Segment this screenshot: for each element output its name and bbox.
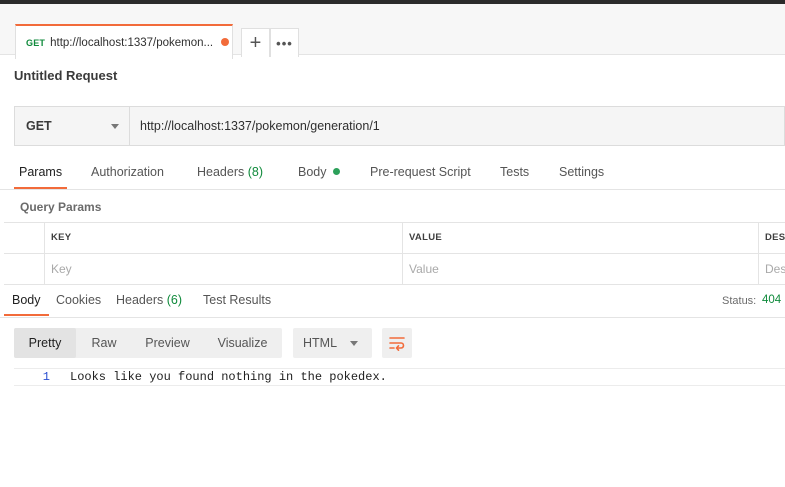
- tab-strip: GET http://localhost:1337/pokemon... + •…: [0, 4, 785, 59]
- chevron-down-icon: [111, 124, 119, 129]
- query-params-title: Query Params: [20, 200, 102, 214]
- param-value-input[interactable]: Value: [402, 254, 758, 284]
- response-body-text: Looks like you found nothing in the poke…: [70, 370, 387, 384]
- url-bar: GET: [14, 106, 785, 146]
- body-indicator-icon: [332, 168, 340, 175]
- response-tabs: Body Cookies Headers (6) Test Results St…: [0, 285, 785, 318]
- request-tab-url: http://localhost:1337/pokemon...: [50, 36, 214, 49]
- request-title[interactable]: Untitled Request: [14, 68, 117, 83]
- view-visualize-button[interactable]: Visualize: [203, 328, 282, 358]
- tab-authorization[interactable]: Authorization: [91, 157, 164, 189]
- tab-headers[interactable]: Headers (8): [197, 157, 263, 189]
- tab-cookies[interactable]: Cookies: [56, 285, 101, 316]
- status-code[interactable]: 404: [762, 294, 781, 306]
- format-select-value: HTML: [303, 336, 338, 350]
- tab-options-button[interactable]: •••: [270, 28, 299, 57]
- wrap-icon: [389, 337, 405, 351]
- line-number: 1: [42, 370, 50, 384]
- more-icon: •••: [276, 35, 293, 51]
- tab-tests[interactable]: Tests: [500, 157, 529, 189]
- param-description-input[interactable]: Des: [758, 254, 785, 284]
- request-tabs: Params Authorization Headers (8) Body Pr…: [0, 157, 785, 190]
- view-mode-group: Pretty Raw Preview Visualize: [14, 328, 282, 358]
- param-key-input[interactable]: Key: [44, 254, 402, 284]
- new-tab-button[interactable]: +: [241, 28, 270, 57]
- tab-settings[interactable]: Settings: [559, 157, 604, 189]
- tab-pre-request-script[interactable]: Pre-request Script: [370, 157, 471, 189]
- tab-params[interactable]: Params: [14, 157, 68, 189]
- table-row: Key Value Des: [4, 254, 785, 285]
- tab-response-headers[interactable]: Headers (6): [116, 285, 182, 316]
- url-input[interactable]: [130, 107, 784, 145]
- format-select[interactable]: HTML: [293, 328, 372, 358]
- plus-icon: +: [249, 31, 262, 54]
- column-header-value: VALUE: [402, 223, 758, 253]
- method-select-value: GET: [26, 119, 52, 133]
- status-label: Status:: [722, 295, 757, 307]
- response-headers-count: (6): [166, 293, 183, 307]
- wrap-lines-button[interactable]: [382, 328, 412, 358]
- table-header-row: KEY VALUE DESC: [4, 223, 785, 254]
- method-select[interactable]: GET: [15, 107, 130, 145]
- headers-count: (8): [247, 165, 264, 179]
- view-preview-button[interactable]: Preview: [132, 328, 203, 358]
- request-tab[interactable]: GET http://localhost:1337/pokemon...: [15, 24, 233, 59]
- unsaved-dot-icon: [221, 38, 229, 46]
- view-pretty-button[interactable]: Pretty: [14, 328, 76, 358]
- query-params-table: KEY VALUE DESC Key Value Des: [4, 222, 785, 285]
- request-tab-method: GET: [26, 37, 46, 48]
- tab-test-results[interactable]: Test Results: [203, 285, 271, 316]
- response-body-editor[interactable]: 1 Looks like you found nothing in the po…: [14, 368, 785, 386]
- view-raw-button[interactable]: Raw: [76, 328, 132, 358]
- chevron-down-icon: [350, 341, 358, 346]
- column-header-key: KEY: [44, 223, 402, 253]
- tab-body[interactable]: Body: [298, 157, 340, 189]
- column-header-description: DESC: [758, 223, 785, 253]
- tab-response-body[interactable]: Body: [4, 285, 49, 316]
